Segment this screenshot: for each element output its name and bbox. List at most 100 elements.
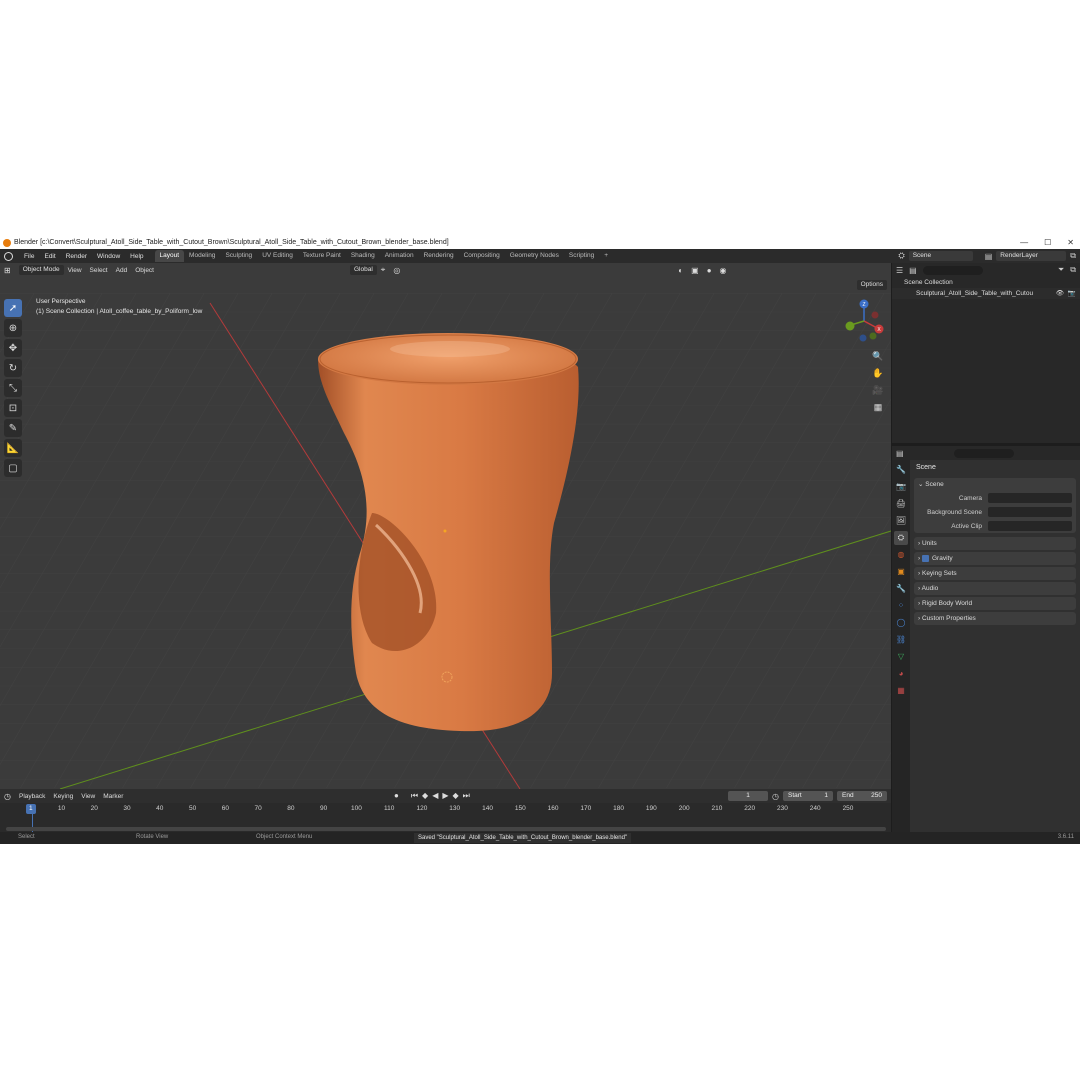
tab-compositing[interactable]: Compositing xyxy=(459,250,505,262)
record-icon[interactable]: ● xyxy=(394,791,399,801)
timeline-menu-playback[interactable]: Playback xyxy=(15,793,49,800)
current-frame-field[interactable]: 1 xyxy=(728,791,769,801)
timeline-menu-marker[interactable]: Marker xyxy=(99,793,127,800)
start-frame-field[interactable]: Start 1 xyxy=(783,791,833,801)
transform-orientation-selector[interactable]: Global xyxy=(350,265,377,275)
visibility-eye-icon[interactable]: 👁 xyxy=(1056,288,1064,299)
new-layer-icon[interactable]: ⧉ xyxy=(1070,251,1076,261)
object-tab-icon[interactable]: ▣ xyxy=(894,565,908,579)
tab-rendering[interactable]: Rendering xyxy=(419,250,459,262)
add-workspace-button[interactable]: + xyxy=(599,250,613,262)
maximize-button[interactable]: ☐ xyxy=(1044,238,1051,247)
transform-tool-icon[interactable]: ⊡ xyxy=(4,399,22,417)
tab-uv-editing[interactable]: UV Editing xyxy=(257,250,298,262)
scene-panel-header[interactable]: ⌄ Scene xyxy=(918,478,1072,491)
view-layer-tab-icon[interactable]: 🖼 xyxy=(894,514,908,528)
add-cube-tool-icon[interactable]: ▢ xyxy=(4,459,22,477)
tab-texture-paint[interactable]: Texture Paint xyxy=(298,250,346,262)
render-layer-selector[interactable]: RenderLayer xyxy=(996,251,1067,261)
minimize-button[interactable]: — xyxy=(1020,238,1028,247)
properties-editor-icon[interactable]: ▤ xyxy=(896,449,904,458)
next-key-icon[interactable]: ◆ xyxy=(453,791,459,801)
close-button[interactable]: ✕ xyxy=(1067,238,1074,247)
tab-layout[interactable]: Layout xyxy=(154,250,185,262)
outliner-editor-icon[interactable]: ☰ xyxy=(896,266,903,275)
viewport-menu-select[interactable]: Select xyxy=(86,267,112,274)
overlay-icon[interactable]: ◐ xyxy=(674,266,687,275)
keying-sets-panel[interactable]: › Keying Sets xyxy=(914,567,1076,580)
timeline-scrollbar[interactable] xyxy=(6,827,886,831)
display-mode-icon[interactable]: ▤ xyxy=(909,266,917,275)
units-panel[interactable]: › Units xyxy=(914,537,1076,550)
audio-panel[interactable]: › Audio xyxy=(914,582,1076,595)
play-reverse-icon[interactable]: ◀ xyxy=(432,791,438,801)
gravity-panel[interactable]: › Gravity xyxy=(914,552,1076,565)
outliner-scene-collection[interactable]: Scene Collection xyxy=(892,277,1080,288)
ortho-grid-icon[interactable]: ▦ xyxy=(871,400,885,414)
texture-tab-icon[interactable]: ▦ xyxy=(894,684,908,698)
material-tab-icon[interactable]: ◕ xyxy=(894,667,908,681)
menu-help[interactable]: Help xyxy=(125,253,148,260)
editor-type-icon[interactable]: ⊞ xyxy=(0,266,15,275)
mode-selector[interactable]: Object Mode xyxy=(18,265,64,275)
scale-tool-icon[interactable]: ⤡ xyxy=(4,379,22,397)
xray-icon[interactable]: ▣ xyxy=(687,266,703,275)
annotate-tool-icon[interactable]: ✎ xyxy=(4,419,22,437)
render-camera-icon[interactable]: 📷 xyxy=(1068,288,1076,299)
rigid-body-world-panel[interactable]: › Rigid Body World xyxy=(914,597,1076,610)
world-tab-icon[interactable]: ◍ xyxy=(894,548,908,562)
outliner-object-row[interactable]: Sculptural_Atoll_Side_Table_with_Cutou 👁… xyxy=(892,288,1080,299)
snap-icon[interactable]: ⌖ xyxy=(377,265,390,275)
play-icon[interactable]: ▶ xyxy=(442,791,448,801)
viewport-menu-view[interactable]: View xyxy=(64,267,86,274)
modifier-tab-icon[interactable]: 🔧 xyxy=(894,582,908,596)
menu-edit[interactable]: Edit xyxy=(39,253,60,260)
output-tab-icon[interactable]: 🖨 xyxy=(894,497,908,511)
blender-menu-icon[interactable] xyxy=(4,251,13,261)
render-tab-icon[interactable]: 📷 xyxy=(894,480,908,494)
navigation-gizmo[interactable]: Z X xyxy=(841,298,887,344)
tab-geometry-nodes[interactable]: Geometry Nodes xyxy=(505,250,564,262)
select-tool-icon[interactable]: ➚ xyxy=(4,299,22,317)
outliner-search-input[interactable] xyxy=(922,265,983,275)
zoom-icon[interactable]: 🔍 xyxy=(871,349,885,363)
scene-selector[interactable]: Scene xyxy=(908,251,973,261)
tab-modeling[interactable]: Modeling xyxy=(184,250,220,262)
shading-material-icon[interactable]: ◉ xyxy=(716,266,731,275)
menu-render[interactable]: Render xyxy=(61,253,92,260)
end-frame-field[interactable]: End 250 xyxy=(837,791,887,801)
scene-tab-icon[interactable]: ⛭ xyxy=(894,531,908,545)
gravity-checkbox[interactable] xyxy=(921,554,929,562)
tool-tab-icon[interactable]: 🔧 xyxy=(894,463,908,477)
jump-end-icon[interactable]: ⏭ xyxy=(463,791,470,801)
proportional-edit-icon[interactable]: ◎ xyxy=(389,266,404,275)
viewport-menu-object[interactable]: Object xyxy=(131,267,158,274)
new-collection-icon[interactable]: ⧉ xyxy=(1070,265,1076,275)
menu-window[interactable]: Window xyxy=(92,253,125,260)
measure-tool-icon[interactable]: 📐 xyxy=(4,439,22,457)
prev-key-icon[interactable]: ◆ xyxy=(422,791,428,801)
menu-file[interactable]: File xyxy=(19,253,39,260)
timeline-editor-icon[interactable]: ◷ xyxy=(0,792,15,801)
pan-icon[interactable]: ✋ xyxy=(871,366,885,380)
camera-field[interactable] xyxy=(988,493,1072,503)
timeline-menu-keying[interactable]: Keying xyxy=(49,793,77,800)
camera-view-icon[interactable]: 🎥 xyxy=(871,383,885,397)
move-tool-icon[interactable]: ✥ xyxy=(4,339,22,357)
properties-search-input[interactable] xyxy=(953,448,1014,458)
particles-tab-icon[interactable]: ⁘ xyxy=(894,599,908,613)
tab-shading[interactable]: Shading xyxy=(346,250,380,262)
viewport-menu-add[interactable]: Add xyxy=(112,267,132,274)
background-scene-field[interactable] xyxy=(988,507,1072,517)
tab-sculpting[interactable]: Sculpting xyxy=(220,250,257,262)
jump-start-icon[interactable]: ⏮ xyxy=(411,791,418,801)
tab-animation[interactable]: Animation xyxy=(380,250,419,262)
options-dropdown[interactable]: Options xyxy=(856,280,887,290)
active-clip-field[interactable] xyxy=(988,521,1072,531)
shading-solid-icon[interactable]: ● xyxy=(703,266,716,275)
data-tab-icon[interactable]: ▽ xyxy=(894,650,908,664)
timeline-editor[interactable]: ◷ Playback Keying View Marker ● ⏮ ◆ ◀ ▶ … xyxy=(0,789,891,835)
timeline-menu-view[interactable]: View xyxy=(77,793,99,800)
physics-tab-icon[interactable]: ◯ xyxy=(894,616,908,630)
current-frame-indicator[interactable]: 1 xyxy=(26,804,36,814)
